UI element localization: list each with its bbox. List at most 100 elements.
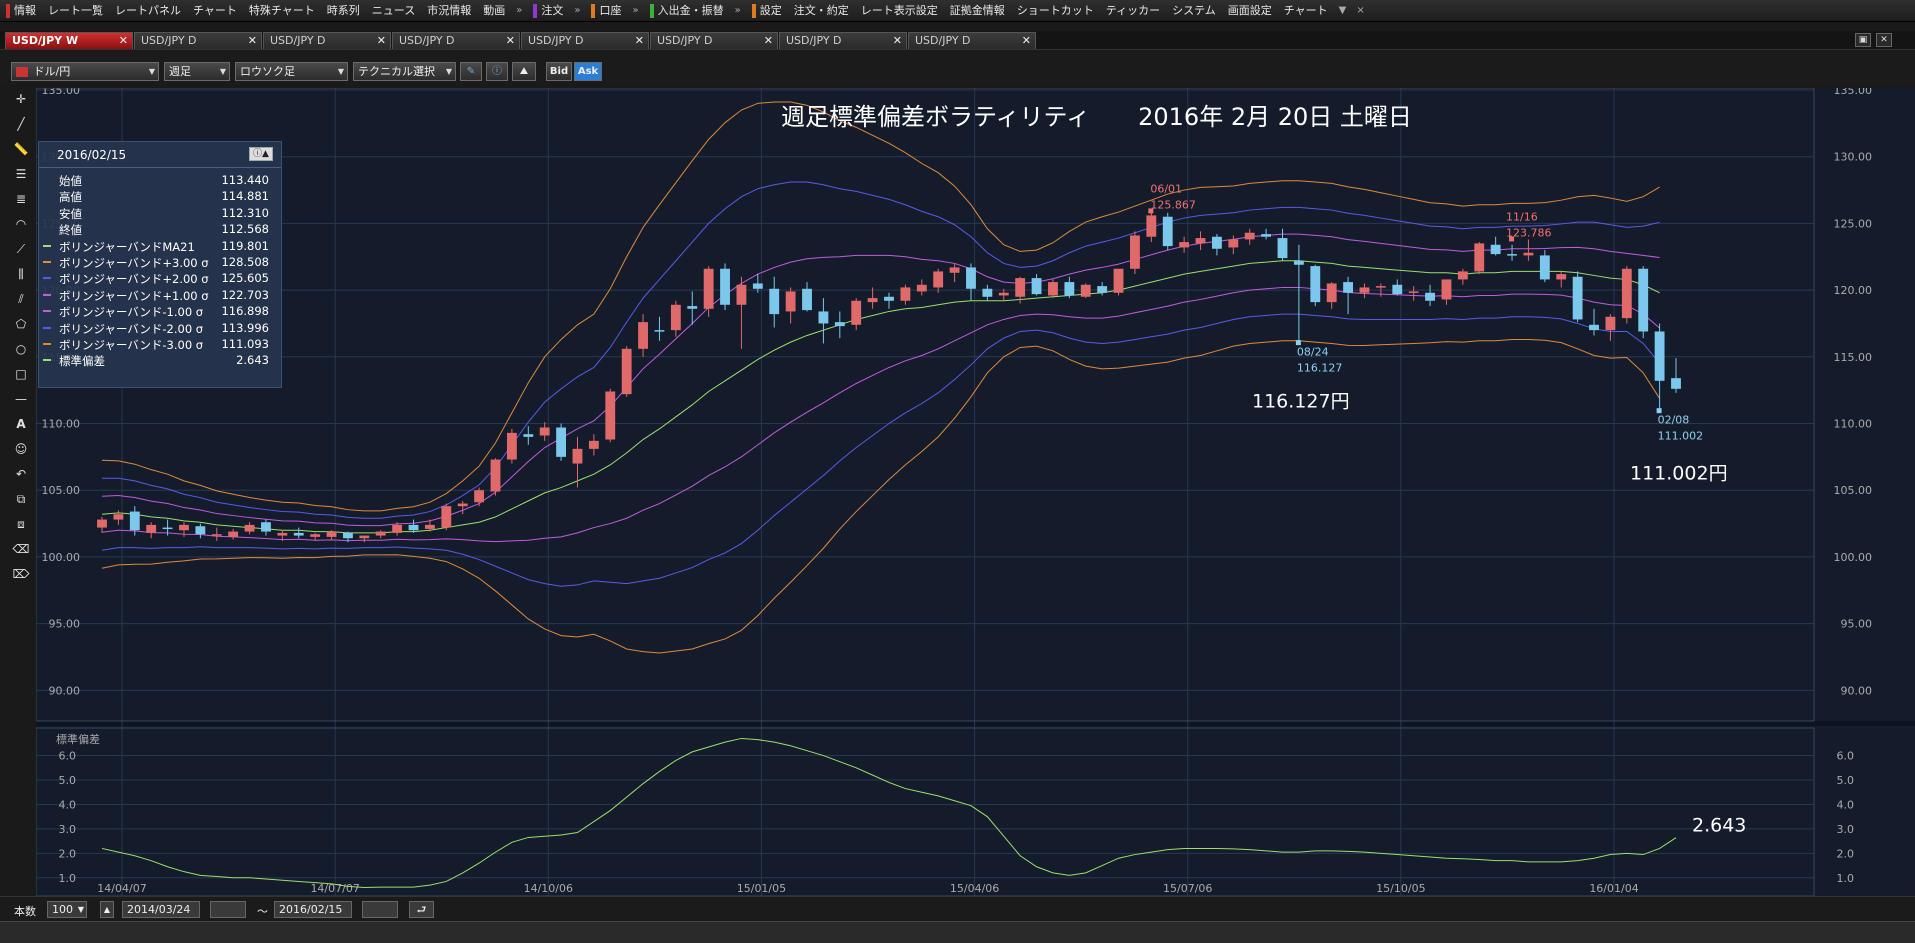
tab-close-icon[interactable]: ✕ [893, 33, 902, 49]
period-label: 週足 [169, 65, 191, 78]
smiley-icon[interactable]: ☺ [10, 438, 32, 460]
technical-select[interactable]: テクニカル選択 ▼ [353, 62, 456, 81]
menu-item[interactable]: ニュース [366, 0, 421, 22]
sub-y-tick-right: 4.0 [1837, 798, 1855, 811]
end-date-field[interactable]: 2016/02/15 [274, 901, 352, 918]
horizontal-lines-icon[interactable]: ☰ [10, 163, 32, 185]
menu-item-label: 口座 [599, 3, 622, 17]
arc-icon[interactable]: ◠ [10, 213, 32, 235]
horizontal-line-icon[interactable]: — [10, 388, 32, 410]
undo-icon[interactable]: ↶ [10, 463, 32, 485]
tab-close-icon[interactable]: ✕ [248, 33, 257, 49]
maximize-icon[interactable]: ▣ [1855, 33, 1871, 47]
info-icon[interactable]: ⓘ [486, 62, 508, 81]
count-value: 100 [52, 903, 73, 916]
menu-item[interactable]: 特殊チャート [243, 0, 321, 22]
menu-item-label: 市況情報 [427, 3, 472, 17]
menu-item-label: 入出金・振替 [657, 3, 724, 17]
menu-overflow-icon[interactable]: » [569, 5, 585, 16]
period-select[interactable]: 週足 ▼ [164, 62, 230, 81]
tab-close-icon[interactable]: ✕ [764, 33, 773, 49]
menu-more-icon[interactable]: ▼ [1334, 5, 1352, 16]
menu-item[interactable]: レート表示設定 [855, 0, 944, 22]
menu-item[interactable]: チャート [1278, 0, 1334, 22]
count-select[interactable]: 100 ▼ [47, 901, 87, 918]
bid-button[interactable]: Bid [546, 62, 572, 81]
pen-icon[interactable]: ✎ [460, 62, 482, 81]
menu-item[interactable]: 情報 [0, 0, 42, 22]
ruler-icon[interactable]: 📏 [10, 138, 32, 160]
close-window-icon[interactable]: ✕ [1876, 33, 1892, 47]
menu-overflow-icon[interactable]: » [627, 5, 643, 16]
menu-item[interactable]: システム [1166, 0, 1222, 22]
menu-item[interactable]: 時系列 [321, 0, 366, 22]
circle-icon[interactable]: ○ [10, 338, 32, 360]
tab-label: USD/JPY D [399, 34, 455, 47]
tab-close-icon[interactable]: ✕ [506, 33, 515, 49]
menu-item[interactable]: レート一覧 [42, 0, 109, 22]
chart-area[interactable]: 135.00135.00130.00130.00125.00125.00120.… [35, 84, 1915, 897]
trendline-icon[interactable]: ╱ [10, 113, 32, 135]
tab-chart[interactable]: USD/JPY D ✕ [392, 32, 520, 49]
menu-overflow-icon[interactable]: » [730, 5, 746, 16]
menu-item[interactable]: 注文・約定 [788, 0, 855, 22]
tab-close-icon[interactable]: ✕ [1022, 33, 1031, 49]
menu-color-icon [751, 3, 756, 18]
tab-chart[interactable]: USD/JPY D ✕ [263, 32, 391, 49]
fan-icon[interactable]: ⟋ [10, 238, 32, 260]
mountain-icon[interactable]: ⛰ [512, 62, 536, 81]
start-date-field[interactable]: 2014/03/24 [122, 901, 200, 918]
end-time-field[interactable] [362, 901, 398, 918]
menu-item[interactable]: 動画 [477, 0, 511, 22]
menu-item[interactable]: ショートカット [1011, 0, 1100, 22]
chart-svg[interactable]: 135.00135.00130.00130.00125.00125.00120.… [35, 84, 1915, 897]
menu-close-icon[interactable]: × [1351, 5, 1369, 16]
menu-item[interactable]: 入出金・振替 [644, 0, 730, 22]
channel-icon[interactable]: ⫽ [10, 288, 32, 310]
copy-icon[interactable]: ⧉ [10, 488, 32, 510]
rectangle-icon[interactable]: □ [10, 363, 32, 385]
menu-item[interactable]: 画面設定 [1222, 0, 1278, 22]
tab-chart[interactable]: USD/JPY D ✕ [650, 32, 778, 49]
tab-close-icon[interactable]: ✕ [377, 33, 386, 49]
menu-item[interactable]: ティッカー [1100, 0, 1166, 22]
menu-item[interactable]: 口座 [585, 0, 627, 22]
tab-chart[interactable]: USD/JPY D ✕ [779, 32, 907, 49]
fibonacci-icon[interactable]: ≣ [10, 188, 32, 210]
return-icon[interactable]: ⮐ [409, 901, 434, 918]
vertical-lines-icon[interactable]: ⫼ [10, 263, 32, 285]
currency-pair-select[interactable]: ドル/円 ▼ [11, 62, 159, 81]
tab-chart[interactable]: USD/JPY D ✕ [521, 32, 649, 49]
menu-item[interactable]: 市況情報 [421, 0, 477, 22]
menu-item[interactable]: 注文 [527, 0, 569, 22]
series-swatch [43, 310, 51, 313]
tab-chart[interactable]: USD/JPY D ✕ [908, 32, 1036, 49]
tab-close-icon[interactable]: ✕ [635, 33, 644, 49]
menu-item[interactable]: 設定 [746, 0, 788, 22]
sub-panel-label: 標準偏差 [56, 732, 100, 746]
crosshair-icon[interactable]: ✛ [10, 88, 32, 110]
menu-overflow-icon[interactable]: » [511, 5, 527, 16]
eraser-all-icon[interactable]: ⌦ [10, 563, 32, 585]
candle-body [1195, 238, 1206, 244]
info-collapse-icon[interactable]: ⓘ▲ [249, 147, 273, 161]
eraser-icon[interactable]: ⌫ [10, 538, 32, 560]
sub-y-tick-right: 2.0 [1837, 847, 1855, 860]
count-up-button[interactable]: ▲ [100, 901, 114, 918]
paste-icon[interactable]: ⧈ [10, 513, 32, 535]
chart-type-select[interactable]: ロウソク足 ▼ [235, 62, 348, 81]
menu-item[interactable]: レートパネル [109, 0, 187, 22]
menu-item[interactable]: 証拠金情報 [944, 0, 1011, 22]
ask-button[interactable]: Ask [574, 62, 602, 81]
tab-chart[interactable]: USD/JPY D ✕ [134, 32, 262, 49]
candle-body [1031, 278, 1042, 295]
candle-body [884, 296, 894, 301]
tab-chart[interactable]: USD/JPY W ✕ [5, 32, 133, 49]
series-swatch [43, 342, 51, 345]
text-icon[interactable]: A [10, 413, 32, 435]
tab-close-icon[interactable]: ✕ [119, 33, 128, 49]
start-time-field[interactable] [210, 901, 246, 918]
pentagon-icon[interactable]: ⬠ [10, 313, 32, 335]
menu-item[interactable]: チャート [187, 0, 243, 22]
tab-label: USD/JPY D [657, 34, 713, 47]
